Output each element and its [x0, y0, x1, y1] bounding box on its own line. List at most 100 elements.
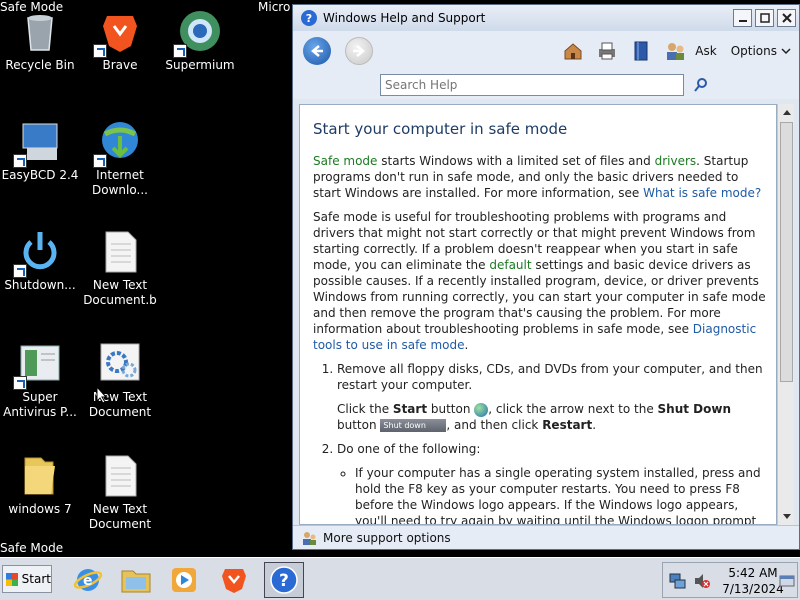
recycle-bin-icon — [17, 8, 63, 54]
taskbar-brave[interactable] — [214, 562, 254, 598]
forward-button[interactable] — [345, 37, 373, 65]
desktop-icon-windows7-folder[interactable]: windows 7 — [0, 452, 80, 517]
drivers-link[interactable]: drivers — [655, 154, 697, 168]
network-icon[interactable] — [669, 572, 687, 590]
desktop-icon-supermium[interactable]: Supermium — [160, 8, 240, 73]
help-window: ? Windows Help and Support Ask Options S… — [292, 4, 800, 550]
search-button[interactable] — [692, 76, 710, 94]
brave-icon — [222, 569, 246, 593]
article-paragraph-2: Safe mode is useful for troubleshooting … — [313, 210, 766, 352]
search-row — [293, 71, 799, 99]
chevron-down-icon — [781, 48, 791, 55]
taskbar-media-player[interactable] — [164, 562, 204, 598]
ask-people-icon — [667, 43, 685, 60]
taskbar: Start e ? 5:42 AM 7/13/2024 — [0, 557, 800, 600]
desktop-icon-new-text-document[interactable]: New Text Document — [80, 452, 160, 532]
taskbar-internet-explorer[interactable]: e — [68, 562, 108, 598]
book-icon — [634, 41, 648, 61]
settings-document-icon — [97, 340, 143, 386]
windows-flag-icon — [6, 572, 18, 586]
desktop-icon-super-antivirus[interactable]: Super Antivirus P... — [0, 340, 80, 420]
search-input[interactable] — [380, 74, 684, 96]
printer-icon — [599, 42, 616, 60]
close-button[interactable] — [777, 9, 796, 27]
desktop-icon-easybcd[interactable]: EasyBCD 2.4 — [0, 118, 80, 183]
mouse-cursor-icon — [96, 386, 108, 404]
help-app-icon: ? — [301, 10, 317, 26]
folder-icon — [121, 570, 151, 593]
article-heading: Start your computer in safe mode — [313, 120, 568, 138]
taskbar-help-and-support[interactable]: ? — [264, 562, 304, 598]
step-2-bullets: If your computer has a single operating … — [337, 465, 766, 524]
steps-list: Remove all floppy disks, CDs, and DVDs f… — [313, 361, 766, 524]
text-document-icon — [97, 452, 143, 498]
search-icon — [694, 78, 707, 92]
shut-down-button-image: Shut down — [380, 419, 447, 432]
scroll-up-icon — [782, 110, 791, 115]
show-desktop-icon[interactable] — [779, 573, 795, 589]
scroll-thumb[interactable] — [780, 122, 793, 382]
more-support-options-link[interactable]: More support options — [323, 531, 451, 545]
volume-muted-icon[interactable] — [693, 572, 711, 590]
shortcut-arrow-icon — [13, 264, 27, 278]
default-link[interactable]: default — [489, 258, 531, 272]
desktop-icon-recycle-bin[interactable]: Recycle Bin — [0, 8, 80, 73]
supermium-icon — [173, 8, 223, 58]
step-1-instruction: Click the Start button , click the arrow… — [337, 402, 732, 432]
help-icon: ? — [270, 566, 298, 594]
desktop-icon-text-document-b[interactable]: New Text Document.b — [80, 228, 160, 308]
svg-text:e: e — [83, 573, 93, 589]
vertical-scrollbar[interactable] — [777, 104, 794, 525]
what-is-safe-mode-link[interactable]: What is safe mode? — [643, 186, 761, 200]
easybcd-icon — [13, 118, 63, 168]
scroll-down-button[interactable] — [778, 509, 795, 525]
media-player-icon — [172, 568, 196, 592]
browse-help-button[interactable] — [629, 39, 653, 63]
clock-time[interactable]: 5:42 AM — [723, 566, 783, 580]
ask-label[interactable]: Ask — [695, 44, 716, 58]
taskbar-file-explorer[interactable] — [116, 562, 156, 598]
shortcut-arrow-icon — [93, 44, 107, 58]
options-menu[interactable]: Options — [731, 44, 777, 58]
shutdown-icon — [13, 228, 63, 278]
back-arrow-icon — [311, 45, 323, 57]
maximize-button[interactable] — [755, 9, 774, 27]
print-button[interactable] — [595, 39, 619, 63]
close-icon — [781, 13, 792, 23]
desktop-icon-internet-download-manager[interactable]: Internet Downlo... — [80, 118, 160, 198]
step-2-bullet-1: If your computer has a single operating … — [355, 465, 766, 524]
desktop-icon-brave[interactable]: Brave — [80, 8, 160, 73]
forward-arrow-icon — [353, 45, 365, 57]
text-document-icon — [97, 228, 143, 274]
folder-icon — [17, 452, 63, 498]
minimize-button[interactable] — [733, 9, 752, 27]
article-paragraph-1: Safe mode starts Windows with a limited … — [313, 154, 762, 200]
shortcut-arrow-icon — [173, 44, 187, 58]
desktop-icon-shutdown[interactable]: Shutdown... — [0, 228, 80, 293]
window-title: Windows Help and Support — [323, 11, 486, 25]
home-button[interactable] — [561, 39, 585, 63]
scroll-up-button[interactable] — [778, 104, 795, 120]
maximize-icon — [759, 13, 770, 23]
support-people-icon — [303, 531, 316, 545]
svg-text:?: ? — [279, 571, 289, 591]
home-icon — [564, 43, 582, 60]
partial-window-label: Micro — [258, 0, 291, 14]
shortcut-arrow-icon — [13, 154, 27, 168]
start-button[interactable]: Start — [2, 565, 52, 593]
internet-explorer-icon: e — [73, 569, 103, 591]
system-tray: 5:42 AM 7/13/2024 — [662, 562, 798, 598]
safe-mode-link[interactable]: Safe mode — [313, 154, 377, 168]
ask-button[interactable] — [663, 39, 687, 63]
help-article: Start your computer in safe mode Safe mo… — [299, 104, 777, 525]
step-2: Do one of the following: If your compute… — [337, 441, 766, 524]
shortcut-arrow-icon — [13, 376, 27, 390]
desktop-icon-new-text-document-settings[interactable]: New Text Document — [80, 340, 160, 420]
shortcut-arrow-icon — [93, 154, 107, 168]
title-bar[interactable]: ? Windows Help and Support — [293, 5, 799, 31]
brave-icon — [93, 8, 143, 58]
back-button[interactable] — [303, 37, 331, 65]
help-toolbar: Ask Options — [293, 31, 799, 71]
internet-download-manager-icon — [93, 118, 143, 168]
status-bar: More support options — [293, 525, 799, 549]
